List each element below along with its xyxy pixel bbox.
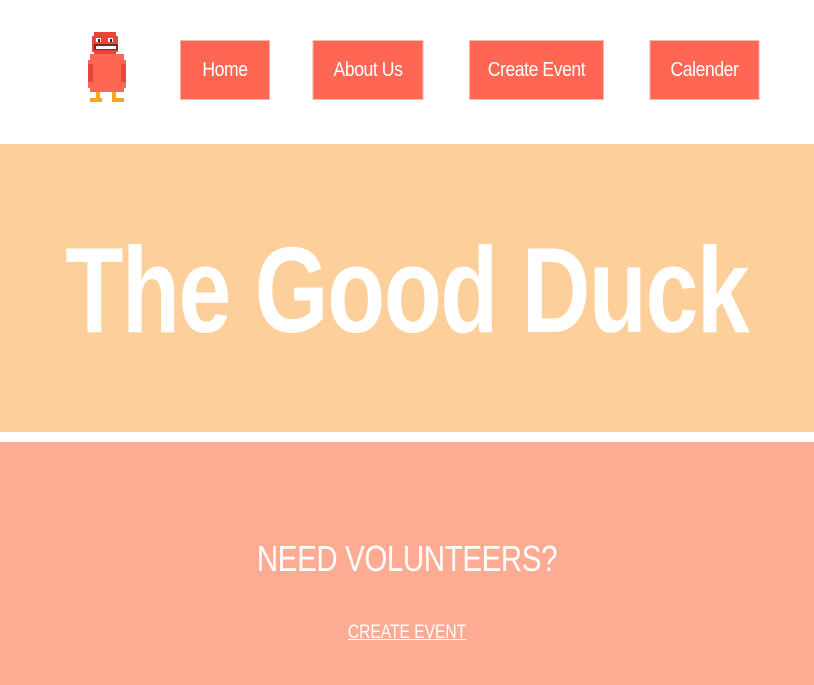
nav-create-event-button[interactable]: Create Event [469,40,604,100]
nav-create-event-label: Create Event [487,58,586,81]
hero-banner: The Good Duck [0,144,814,432]
nav-home-button[interactable]: Home [180,40,270,100]
nav-about-us-label: About Us [333,58,403,81]
volunteer-section: NEED VOLUNTEERS? CREATE EVENT [0,442,814,685]
nav-calender-label: Calender [670,58,739,81]
create-event-link-wrapper: CREATE EVENT [73,622,740,644]
volunteer-heading: NEED VOLUNTEERS? [256,538,558,579]
site-header: Home About Us Create Event Calender [0,0,814,144]
nav-about-us-button[interactable]: About Us [312,40,424,100]
nav-home-label: Home [202,58,248,81]
site-title: The Good Duck [65,222,750,358]
nav-calender-button[interactable]: Calender [649,40,760,100]
create-event-link[interactable]: CREATE EVENT [348,622,466,643]
section-divider [0,432,814,442]
duck-logo-icon[interactable] [86,30,128,104]
